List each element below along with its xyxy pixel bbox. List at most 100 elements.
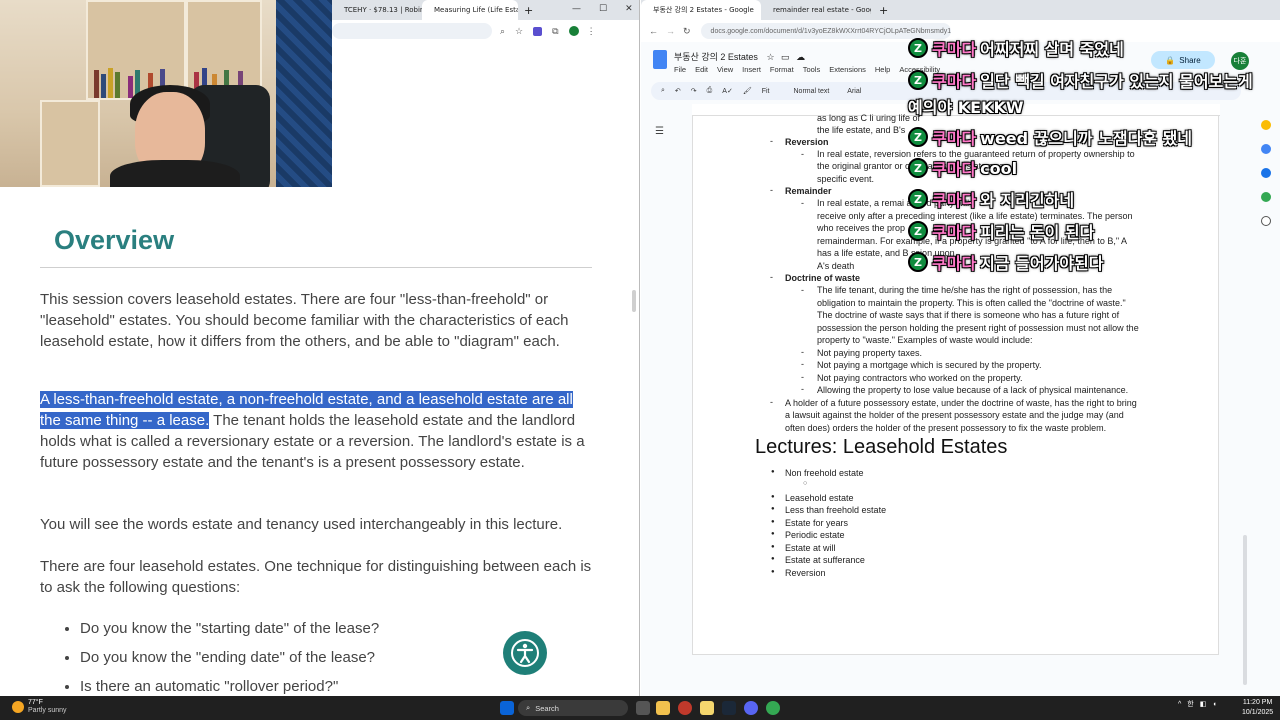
list-item: Estate at sufferance xyxy=(771,555,865,565)
share-button[interactable]: 🔒 Share xyxy=(1151,51,1215,69)
chrome-icon[interactable] xyxy=(766,701,780,715)
tab-measuring-life[interactable]: Measuring Life (Life Estat ✕ xyxy=(422,0,518,20)
volume-icon[interactable]: ◖ xyxy=(1212,701,1216,708)
menu-extensions[interactable]: Extensions xyxy=(829,65,866,74)
share-label: Share xyxy=(1179,55,1201,65)
doc-line: who receives the prop xyxy=(817,223,906,233)
spellcheck-icon[interactable]: A✓ xyxy=(722,87,733,95)
start-icon[interactable] xyxy=(500,701,514,715)
doc-line: specific event. xyxy=(817,174,875,184)
font-select[interactable]: Arial xyxy=(847,88,861,95)
left-tab-strip: TCEHY · $78.13 | Robinho Measuring Life … xyxy=(332,0,639,20)
partly-sunny-icon xyxy=(12,701,24,713)
close-window-icon[interactable]: ✕ xyxy=(625,4,633,14)
print-icon[interactable]: ⎙ xyxy=(707,87,713,95)
maximize-icon[interactable]: ☐ xyxy=(599,4,607,14)
left-scrollbar[interactable] xyxy=(632,290,636,312)
profile-icon[interactable] xyxy=(568,26,579,36)
tab-robinhood[interactable]: TCEHY · $78.13 | Robinho xyxy=(332,0,422,20)
chat-message: 예의야 KEKKW xyxy=(908,94,1024,118)
search-icon[interactable]: ⌕ xyxy=(500,26,505,37)
accessibility-icon xyxy=(511,639,539,667)
style-select[interactable]: Normal text xyxy=(794,88,830,95)
zoom-select[interactable]: Fit xyxy=(762,88,770,95)
weather-widget[interactable]: 77°F Partly sunny xyxy=(12,699,67,715)
chat-badge-icon: Z xyxy=(908,189,928,209)
app-icon[interactable] xyxy=(700,701,714,715)
menu-file[interactable]: File xyxy=(674,65,686,74)
cloud-icon[interactable]: ☁ xyxy=(796,52,805,62)
ime-indicator[interactable]: 한 xyxy=(1187,699,1193,709)
new-tab-icon[interactable]: + xyxy=(879,4,888,17)
file-explorer-icon[interactable] xyxy=(656,701,670,715)
star-icon[interactable]: ☆ xyxy=(515,26,523,37)
discord-icon[interactable] xyxy=(744,701,758,715)
search-label: Search xyxy=(535,703,559,713)
menu-tools[interactable]: Tools xyxy=(803,65,821,74)
maps-icon[interactable] xyxy=(1261,192,1271,202)
undo-icon[interactable]: ↶ xyxy=(675,87,681,95)
tab-google-search[interactable]: remainder real estate - Google ✕ xyxy=(761,0,871,20)
tasks-icon[interactable] xyxy=(1261,144,1271,154)
menu-insert[interactable]: Insert xyxy=(742,65,761,74)
back-icon[interactable]: ← xyxy=(649,26,658,36)
chat-message: Z 쿠마다 피리는 돈이 된다 xyxy=(908,219,1094,243)
doc-line: the life estate, and B's xyxy=(817,125,906,135)
chevron-up-icon[interactable]: ^ xyxy=(1178,701,1181,708)
star-icon[interactable]: ☆ xyxy=(766,52,774,62)
list-item: Do you know the "ending date" of the lea… xyxy=(80,643,379,672)
move-icon[interactable]: ▭ xyxy=(781,52,790,62)
acoustic-panel xyxy=(276,0,332,187)
lesson-page: Overview This session covers leasehold e… xyxy=(0,187,638,696)
menu-edit[interactable]: Edit xyxy=(695,65,708,74)
doc-line: Not paying property taxes. xyxy=(817,348,923,358)
reload-icon[interactable]: ↻ xyxy=(683,26,691,37)
chat-text: 지금 들어가야된다 xyxy=(980,254,1104,273)
network-icon[interactable]: ◧ xyxy=(1200,700,1207,708)
docs-logo-icon[interactable] xyxy=(653,50,667,69)
chat-username: 쿠마다 xyxy=(932,223,977,242)
paint-format-icon[interactable]: 🖌 xyxy=(743,87,752,95)
list-item: Reversion xyxy=(771,568,825,578)
redo-icon[interactable]: ↷ xyxy=(691,87,697,95)
doc-line: property to "waste." Examples of waste w… xyxy=(817,335,1033,345)
menu-help[interactable]: Help xyxy=(875,65,890,74)
doc-title[interactable]: 부동산 강의 2 Estates ☆ ▭ ☁ xyxy=(674,50,805,63)
left-address-bar: ⌕ ☆ ⧉ ⋮ xyxy=(332,20,639,42)
forward-icon[interactable]: → xyxy=(666,26,675,36)
outline-icon[interactable]: ☰ xyxy=(655,126,664,137)
clock-time: 11:20 PM xyxy=(1242,699,1273,706)
doc-scrollbar[interactable] xyxy=(1243,535,1247,685)
new-tab-icon[interactable]: + xyxy=(524,4,533,17)
weather-text: Partly sunny xyxy=(28,707,67,714)
extension-icon[interactable] xyxy=(533,26,543,36)
search-menus-icon[interactable]: ⌕ xyxy=(661,87,665,95)
steam-icon[interactable] xyxy=(722,701,736,715)
puzzle-icon[interactable]: ⧉ xyxy=(552,26,558,37)
list-item: Do you know the "starting date" of the l… xyxy=(80,614,379,643)
app-icon[interactable] xyxy=(678,701,692,715)
list-item: Non freehold estate xyxy=(771,468,863,478)
add-icon[interactable] xyxy=(1261,216,1271,226)
contacts-icon[interactable] xyxy=(1261,168,1271,178)
accessibility-button[interactable] xyxy=(503,631,547,675)
menu-view[interactable]: View xyxy=(717,65,733,74)
clock[interactable]: 11:20 PM 10/1/2025 xyxy=(1242,698,1273,718)
technique-paragraph: There are four leasehold estates. One te… xyxy=(40,558,592,596)
minimize-icon[interactable]: — xyxy=(572,4,581,14)
chat-badge-icon: Z xyxy=(908,70,928,90)
task-view-icon[interactable] xyxy=(636,701,650,715)
doc-title-text: 부동산 강의 2 Estates xyxy=(674,52,758,62)
chat-message: Z 쿠마다 cool xyxy=(908,156,1017,180)
chat-username: 쿠마다 xyxy=(932,129,977,148)
taskbar-search[interactable]: ⌕ Search xyxy=(518,700,628,716)
menu-format[interactable]: Format xyxy=(770,65,794,74)
reversion-heading: Reversion xyxy=(785,137,829,147)
doc-line: A's death xyxy=(817,261,855,271)
url-input[interactable] xyxy=(332,23,492,39)
menu-icon[interactable]: ⋮ xyxy=(587,26,596,37)
keep-icon[interactable] xyxy=(1261,120,1271,130)
tab-google-doc[interactable]: 부동산 강의 2 Estates - Google ✕ xyxy=(641,0,761,20)
chat-badge-icon: Z xyxy=(908,221,928,241)
chat-username: 쿠마다 xyxy=(932,191,977,210)
